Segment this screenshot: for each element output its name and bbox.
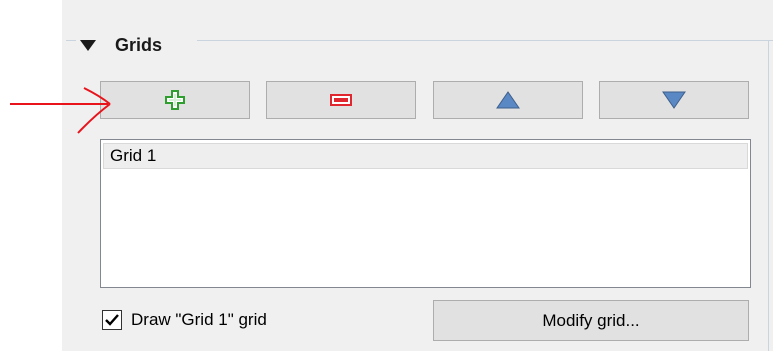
plus-icon bbox=[165, 90, 185, 110]
move-down-button[interactable] bbox=[599, 81, 749, 119]
list-item[interactable]: Grid 1 bbox=[103, 143, 748, 169]
remove-grid-button[interactable] bbox=[266, 81, 416, 119]
draw-grid-checkbox[interactable] bbox=[102, 310, 122, 330]
minus-icon bbox=[330, 94, 352, 106]
add-grid-button[interactable] bbox=[100, 81, 250, 119]
move-up-button[interactable] bbox=[433, 81, 583, 119]
triangle-up-icon bbox=[496, 91, 520, 109]
red-arrow-annotation bbox=[10, 87, 111, 134]
triangle-down-icon bbox=[662, 91, 686, 109]
draw-grid-label[interactable]: Draw "Grid 1" grid bbox=[131, 309, 267, 331]
modify-grid-button[interactable]: Modify grid... bbox=[433, 300, 749, 341]
group-border-right bbox=[768, 40, 769, 351]
group-border-top bbox=[197, 40, 773, 41]
group-title[interactable]: Grids bbox=[115, 34, 162, 56]
checkmark-icon bbox=[105, 314, 119, 326]
grid-list[interactable]: Grid 1 bbox=[100, 139, 751, 288]
